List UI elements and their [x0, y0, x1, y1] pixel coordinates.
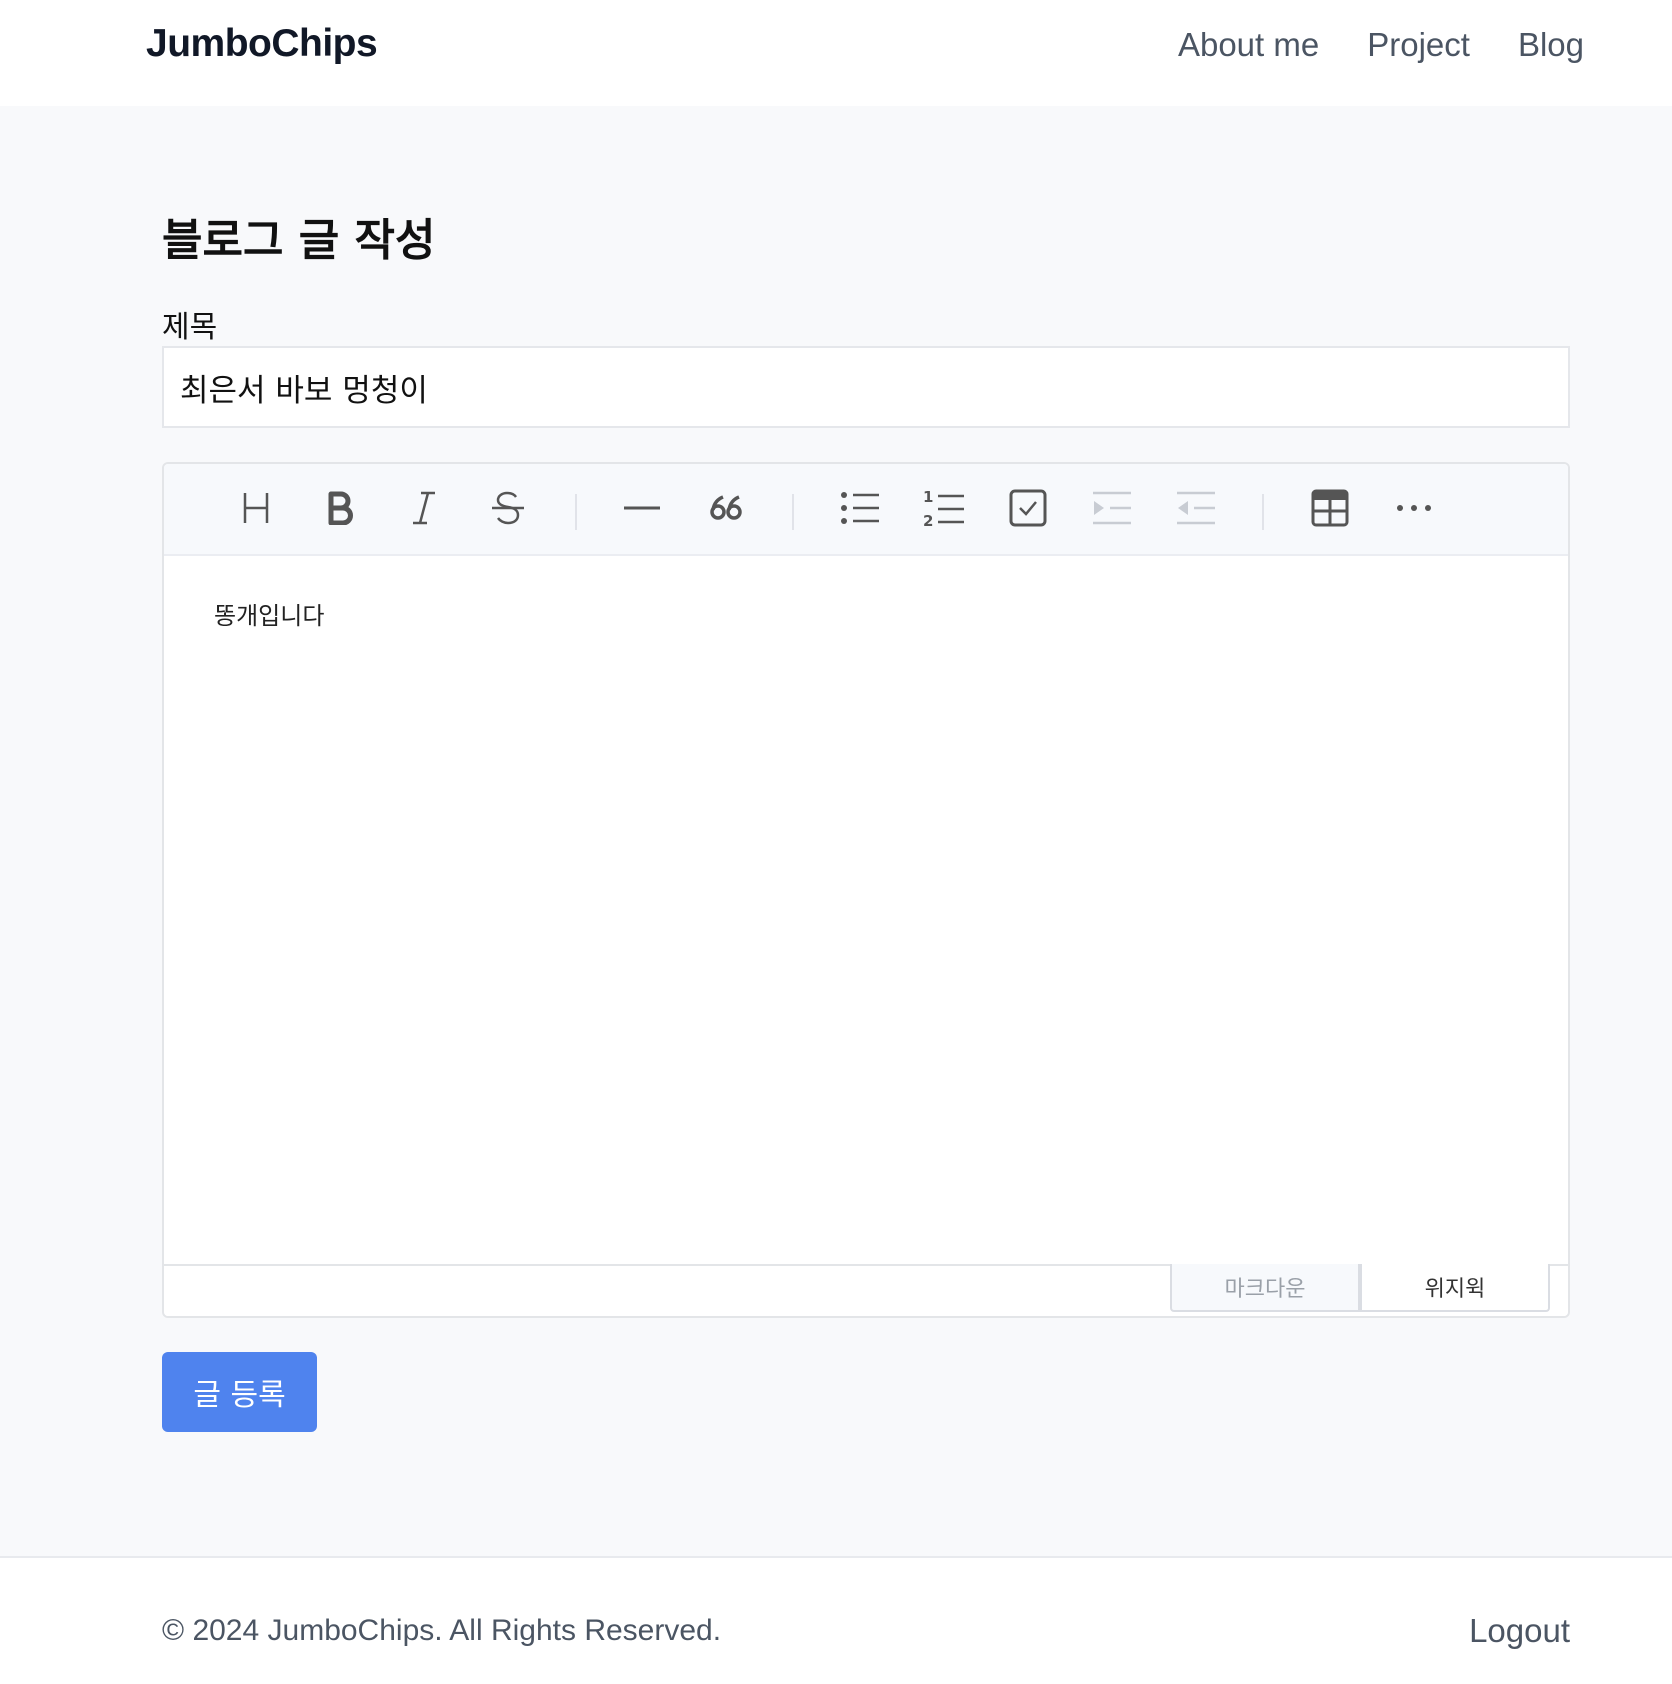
markdown-mode-tab[interactable]: 마크다운 [1170, 1264, 1360, 1312]
copyright-text: © 2024 JumboChips. All Rights Reserved. [162, 1614, 722, 1647]
main-nav: About me Project Blog [1178, 26, 1584, 64]
brand-logo[interactable]: JumboChips [146, 22, 378, 66]
italic-icon[interactable] [400, 484, 448, 532]
page-title: 블로그 글 작성 [162, 215, 436, 266]
quote-icon[interactable] [702, 484, 750, 532]
bold-icon[interactable] [316, 484, 364, 532]
logout-link[interactable]: Logout [1469, 1612, 1570, 1650]
editor-toolbar: 1 2 [164, 464, 1568, 556]
heading-icon[interactable] [232, 484, 280, 532]
nav-blog[interactable]: Blog [1518, 26, 1584, 64]
title-input[interactable] [162, 346, 1570, 428]
wysiwyg-mode-tab[interactable]: 위지윅 [1360, 1264, 1550, 1312]
outdent-icon[interactable] [1172, 484, 1220, 532]
strike-icon[interactable] [484, 484, 532, 532]
toolbar-divider [575, 494, 577, 530]
task-list-icon[interactable] [1004, 484, 1052, 532]
more-icon[interactable] [1390, 484, 1438, 532]
table-icon[interactable] [1306, 484, 1354, 532]
svg-text:1: 1 [923, 488, 933, 506]
site-footer: © 2024 JumboChips. All Rights Reserved. … [0, 1556, 1672, 1684]
site-header: JumboChips About me Project Blog [0, 0, 1672, 106]
ordered-list-icon[interactable]: 1 2 [920, 484, 968, 532]
hr-icon[interactable] [618, 484, 666, 532]
editor: 1 2 똥개입니다 마크다운 위지윅 [162, 462, 1570, 1318]
title-label: 제목 [162, 310, 218, 345]
toolbar-divider [792, 494, 794, 530]
editor-mode-bar: 마크다운 위지윅 [164, 1264, 1568, 1316]
indent-icon[interactable] [1088, 484, 1136, 532]
bullet-list-icon[interactable] [836, 484, 884, 532]
editor-content[interactable]: 똥개입니다 [214, 596, 324, 631]
submit-post-button[interactable]: 글 등록 [162, 1352, 317, 1432]
toolbar-divider [1262, 494, 1264, 530]
nav-about-me[interactable]: About me [1178, 26, 1319, 64]
svg-text:2: 2 [923, 512, 933, 528]
nav-project[interactable]: Project [1367, 26, 1470, 64]
